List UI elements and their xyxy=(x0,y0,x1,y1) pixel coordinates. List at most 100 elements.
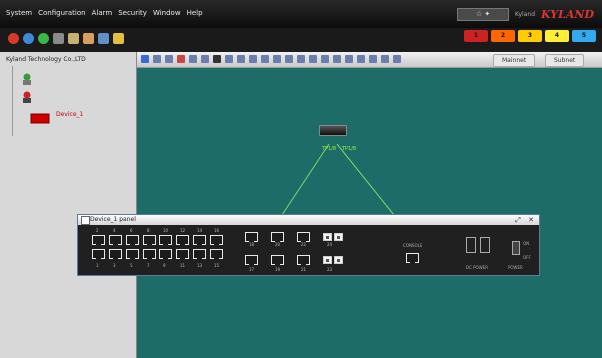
console-port[interactable] xyxy=(406,253,419,263)
port-number: 23 xyxy=(327,267,333,272)
topology-links xyxy=(281,143,395,216)
port-number: 3 xyxy=(113,263,116,268)
panel-title: Device_1 panel xyxy=(90,216,136,223)
dc-power-terminal[interactable] xyxy=(466,237,476,253)
menu-alarm[interactable]: Alarm xyxy=(92,7,113,19)
tree-connector xyxy=(12,66,13,136)
device-node-icon[interactable] xyxy=(30,109,50,124)
gig-port-19[interactable] xyxy=(271,255,284,265)
gig-port-17[interactable] xyxy=(245,255,258,265)
ethernet-port-9[interactable] xyxy=(159,249,172,259)
port-number: 8 xyxy=(147,228,150,233)
sfp-port-24b[interactable] xyxy=(334,233,343,241)
panel-window-icon xyxy=(81,216,90,225)
status-box[interactable]: ☆ ✦ xyxy=(457,8,509,21)
alarm-major[interactable]: 2 xyxy=(491,30,515,42)
port-number: 4 xyxy=(113,228,116,233)
link-right[interactable] xyxy=(336,143,395,216)
port-number: 19 xyxy=(275,267,281,272)
port-number: 6 xyxy=(130,228,133,233)
menu-system[interactable]: System xyxy=(6,7,32,19)
globe-icon[interactable] xyxy=(23,33,34,44)
top-right-area: ☆ ✦ Kyland KYLAND xyxy=(457,8,594,21)
sfp-port-24a[interactable] xyxy=(323,233,332,241)
link-left[interactable] xyxy=(281,143,330,216)
panel-titlebar[interactable]: Device_1 panel ⤢ ✕ xyxy=(78,215,539,225)
alarm-summary: 1 2 3 4 5 xyxy=(464,30,596,42)
alarm-warning[interactable]: 4 xyxy=(545,30,569,42)
device-panel-window[interactable]: Device_1 panel ⤢ ✕ 2 4 6 8 10 12 14 16 1… xyxy=(77,214,540,276)
topology-icon[interactable] xyxy=(98,33,109,44)
sfp-port-23b[interactable] xyxy=(334,256,343,264)
port-number: 18 xyxy=(249,242,255,247)
ethernet-port-14[interactable] xyxy=(193,235,206,245)
menu-help[interactable]: Help xyxy=(187,7,203,19)
refresh-icon[interactable] xyxy=(38,33,49,44)
dc-power-label: DC POWER xyxy=(466,265,488,270)
config-icon[interactable] xyxy=(68,33,79,44)
ethernet-port-11[interactable] xyxy=(176,249,189,259)
user-manage-icon[interactable] xyxy=(83,33,94,44)
dc-power-terminal-2[interactable] xyxy=(480,237,490,253)
ethernet-port-12[interactable] xyxy=(176,235,189,245)
menu-window[interactable]: Window xyxy=(153,7,181,19)
menu-configuration[interactable]: Configuration xyxy=(38,7,85,19)
port-number: 1 xyxy=(96,263,99,268)
ethernet-port-13[interactable] xyxy=(193,249,206,259)
tree-root-label[interactable]: Kyland Technology Co.,LTD xyxy=(6,56,86,63)
device-tree: Kyland Technology Co.,LTD Device_1 xyxy=(0,52,137,358)
alarm-critical[interactable]: 1 xyxy=(464,30,488,42)
device-list-icon[interactable] xyxy=(53,33,64,44)
port-number: 15 xyxy=(214,263,220,268)
port-number: 24 xyxy=(327,242,333,247)
gig-port-20[interactable] xyxy=(271,232,284,242)
device-node-label[interactable]: Device_1 xyxy=(56,111,83,118)
gig-port-22[interactable] xyxy=(297,232,310,242)
panel-restore-button[interactable]: ⤢ xyxy=(514,216,522,224)
power-on-label: ON xyxy=(523,241,530,246)
port-number: 21 xyxy=(301,267,307,272)
power-switch[interactable] xyxy=(512,241,520,255)
group-node-icon[interactable] xyxy=(20,70,34,85)
port-number: 5 xyxy=(130,263,133,268)
ethernet-port-8[interactable] xyxy=(143,235,156,245)
menu-security[interactable]: Security xyxy=(118,7,147,19)
ethernet-port-10[interactable] xyxy=(159,235,172,245)
stop-icon[interactable] xyxy=(8,33,19,44)
panel-close-button[interactable]: ✕ xyxy=(527,216,535,224)
ethernet-port-6[interactable] xyxy=(126,235,139,245)
gig-port-18[interactable] xyxy=(245,232,258,242)
port-number: 22 xyxy=(301,242,307,247)
port-number: 9 xyxy=(163,263,166,268)
port-number: 12 xyxy=(180,228,186,233)
port-number: 17 xyxy=(249,267,255,272)
subnet-node-icon[interactable] xyxy=(20,88,34,103)
port-number: 16 xyxy=(214,228,220,233)
ethernet-port-15[interactable] xyxy=(210,249,223,259)
port-number: 2 xyxy=(96,228,99,233)
port-number: 20 xyxy=(275,242,281,247)
ethernet-port-16[interactable] xyxy=(210,235,223,245)
ethernet-port-2[interactable] xyxy=(92,235,105,245)
port-number: 14 xyxy=(197,228,203,233)
sfp-port-23a[interactable] xyxy=(323,256,332,264)
port-number: 11 xyxy=(180,263,186,268)
alarm-info[interactable]: 5 xyxy=(572,30,596,42)
brand-logo: KYLAND xyxy=(541,8,594,21)
ethernet-port-1[interactable] xyxy=(92,249,105,259)
ethernet-port-5[interactable] xyxy=(126,249,139,259)
port-number: 7 xyxy=(147,263,150,268)
ethernet-port-4[interactable] xyxy=(109,235,122,245)
power-label: POWER xyxy=(508,265,523,270)
alarm-bell-icon[interactable] xyxy=(113,33,124,44)
alarm-minor[interactable]: 3 xyxy=(518,30,542,42)
port-number: 13 xyxy=(197,263,203,268)
ethernet-port-7[interactable] xyxy=(143,249,156,259)
switch-node-icon[interactable] xyxy=(319,125,347,136)
user-label: Kyland xyxy=(515,11,536,18)
port-number: 10 xyxy=(163,228,169,233)
ethernet-port-3[interactable] xyxy=(109,249,122,259)
topology-canvas[interactable]: Mainnet Subnet TP1/8 TP1/8 xyxy=(137,52,602,358)
menu-bar: System Configuration Alarm Security Wind… xyxy=(0,0,602,28)
gig-port-21[interactable] xyxy=(297,255,310,265)
